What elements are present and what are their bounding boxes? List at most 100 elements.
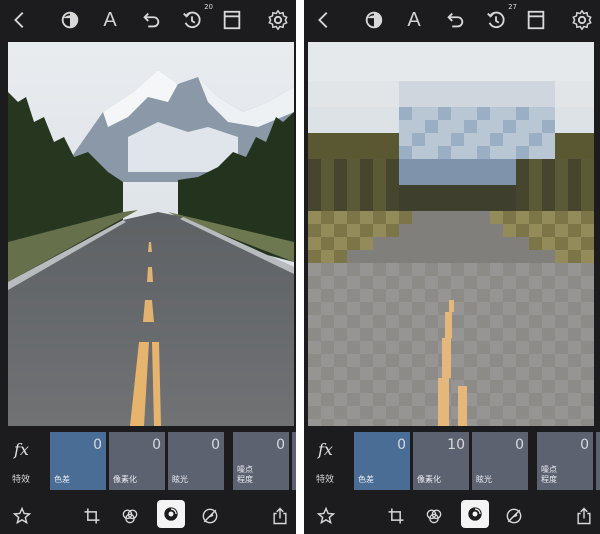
pixel-block (542, 146, 555, 159)
pixel-block (386, 315, 399, 328)
pixel-block (464, 120, 477, 133)
effects-icon (164, 507, 178, 521)
retouch-button[interactable] (198, 504, 222, 528)
text-tool-button[interactable]: A (402, 8, 426, 32)
history-button[interactable]: 20 (180, 3, 213, 32)
pixel-block (386, 276, 399, 289)
pixel-block (529, 263, 542, 276)
pixel-block (503, 341, 516, 354)
back-button[interactable] (8, 8, 32, 32)
pixel-block (503, 419, 516, 426)
filter-tile-noise[interactable]: 0 噪点 程度 (537, 432, 593, 490)
pixel-block (555, 55, 568, 68)
favorites-button[interactable] (10, 504, 34, 528)
pixel-block (308, 224, 321, 237)
share-button[interactable] (268, 504, 292, 528)
undo-button[interactable] (139, 8, 163, 32)
undo-button[interactable] (443, 8, 467, 32)
pixel-block (529, 224, 542, 237)
pixel-block (503, 211, 516, 224)
pixel-block (581, 159, 594, 172)
adjust-button[interactable] (422, 504, 446, 528)
history-button[interactable]: 27 (484, 3, 517, 32)
pixel-block (425, 289, 438, 302)
effects-label: 特效 (316, 475, 335, 485)
layers-icon (223, 10, 241, 30)
pixel-block (321, 237, 334, 250)
filter-tile-pixelate[interactable]: 0 像素化 (109, 432, 165, 490)
text-tool-button[interactable]: A (98, 8, 122, 32)
pixel-block (490, 367, 503, 380)
pixel-block (568, 198, 581, 211)
effects-tab-button[interactable] (461, 500, 489, 528)
filter-tile-chromatic-aberration[interactable]: 0 色差 (50, 432, 106, 490)
photo-canvas[interactable] (8, 42, 294, 426)
adjust-button[interactable] (118, 504, 142, 528)
pixel-block (347, 185, 360, 198)
pixel-block (555, 328, 568, 341)
pixel-block (373, 367, 386, 380)
filter-tile-glare[interactable]: 0 眩光 (472, 432, 528, 490)
pixel-block (477, 393, 490, 406)
pixel-block (581, 55, 594, 68)
photo-canvas[interactable] (308, 42, 594, 426)
pixel-block (542, 302, 555, 315)
pixel-block (529, 185, 542, 198)
pixel-block (373, 81, 386, 94)
pixel-block (360, 159, 373, 172)
pixel-block (399, 367, 412, 380)
pixel-block (334, 289, 347, 302)
pixel-block (386, 419, 399, 426)
pixel-block (373, 250, 386, 263)
pixel-block (581, 289, 594, 302)
settings-button[interactable] (266, 8, 290, 32)
effects-category[interactable]: fx 特效 (0, 432, 48, 490)
filter-tile-chromatic-aberration[interactable]: 0 色差 (354, 432, 410, 490)
filter-tile-pixelate[interactable]: 10 像素化 (413, 432, 469, 490)
text-icon: A (407, 9, 421, 31)
pixel-block (308, 302, 321, 315)
pixel-block (360, 406, 373, 419)
pixel-block (516, 237, 529, 250)
road-line-block (445, 312, 452, 338)
pixel-block (568, 224, 581, 237)
crop-button[interactable] (384, 504, 408, 528)
pixel-block (503, 42, 516, 55)
pixel-block (451, 328, 464, 341)
pixel-block (399, 263, 412, 276)
layers-button[interactable] (524, 8, 548, 32)
pixel-block (321, 302, 334, 315)
pixel-block (581, 328, 594, 341)
settings-button[interactable] (570, 8, 594, 32)
filter-tile-glare[interactable]: 0 眩光 (168, 432, 224, 490)
retouch-button[interactable] (502, 504, 526, 528)
filter-tile-partial[interactable] (292, 432, 296, 490)
pixel-block (477, 146, 490, 159)
pixel-block (360, 380, 373, 393)
effects-category[interactable]: fx 特效 (304, 432, 352, 490)
pixel-block (347, 315, 360, 328)
back-button[interactable] (312, 8, 336, 32)
pixel-block (399, 250, 412, 263)
pixel-block (490, 42, 503, 55)
mask-button[interactable] (362, 8, 386, 32)
pixel-block (477, 94, 490, 107)
crop-button[interactable] (80, 504, 104, 528)
pixel-block (321, 250, 334, 263)
pixel-block (399, 237, 412, 250)
pixel-block (477, 159, 490, 172)
pixel-block (464, 68, 477, 81)
pixel-block (360, 133, 373, 146)
pixel-block (451, 237, 464, 250)
filter-tile-partial[interactable] (596, 432, 600, 490)
pixel-block (347, 42, 360, 55)
share-button[interactable] (572, 504, 596, 528)
layers-button[interactable] (220, 8, 244, 32)
mask-button[interactable] (58, 8, 82, 32)
filter-tile-noise[interactable]: 0 噪点 程度 (233, 432, 289, 490)
favorites-button[interactable] (314, 504, 338, 528)
pixel-block (516, 315, 529, 328)
pixel-block (503, 263, 516, 276)
effects-tab-button[interactable] (157, 500, 185, 528)
pixel-block (321, 393, 334, 406)
